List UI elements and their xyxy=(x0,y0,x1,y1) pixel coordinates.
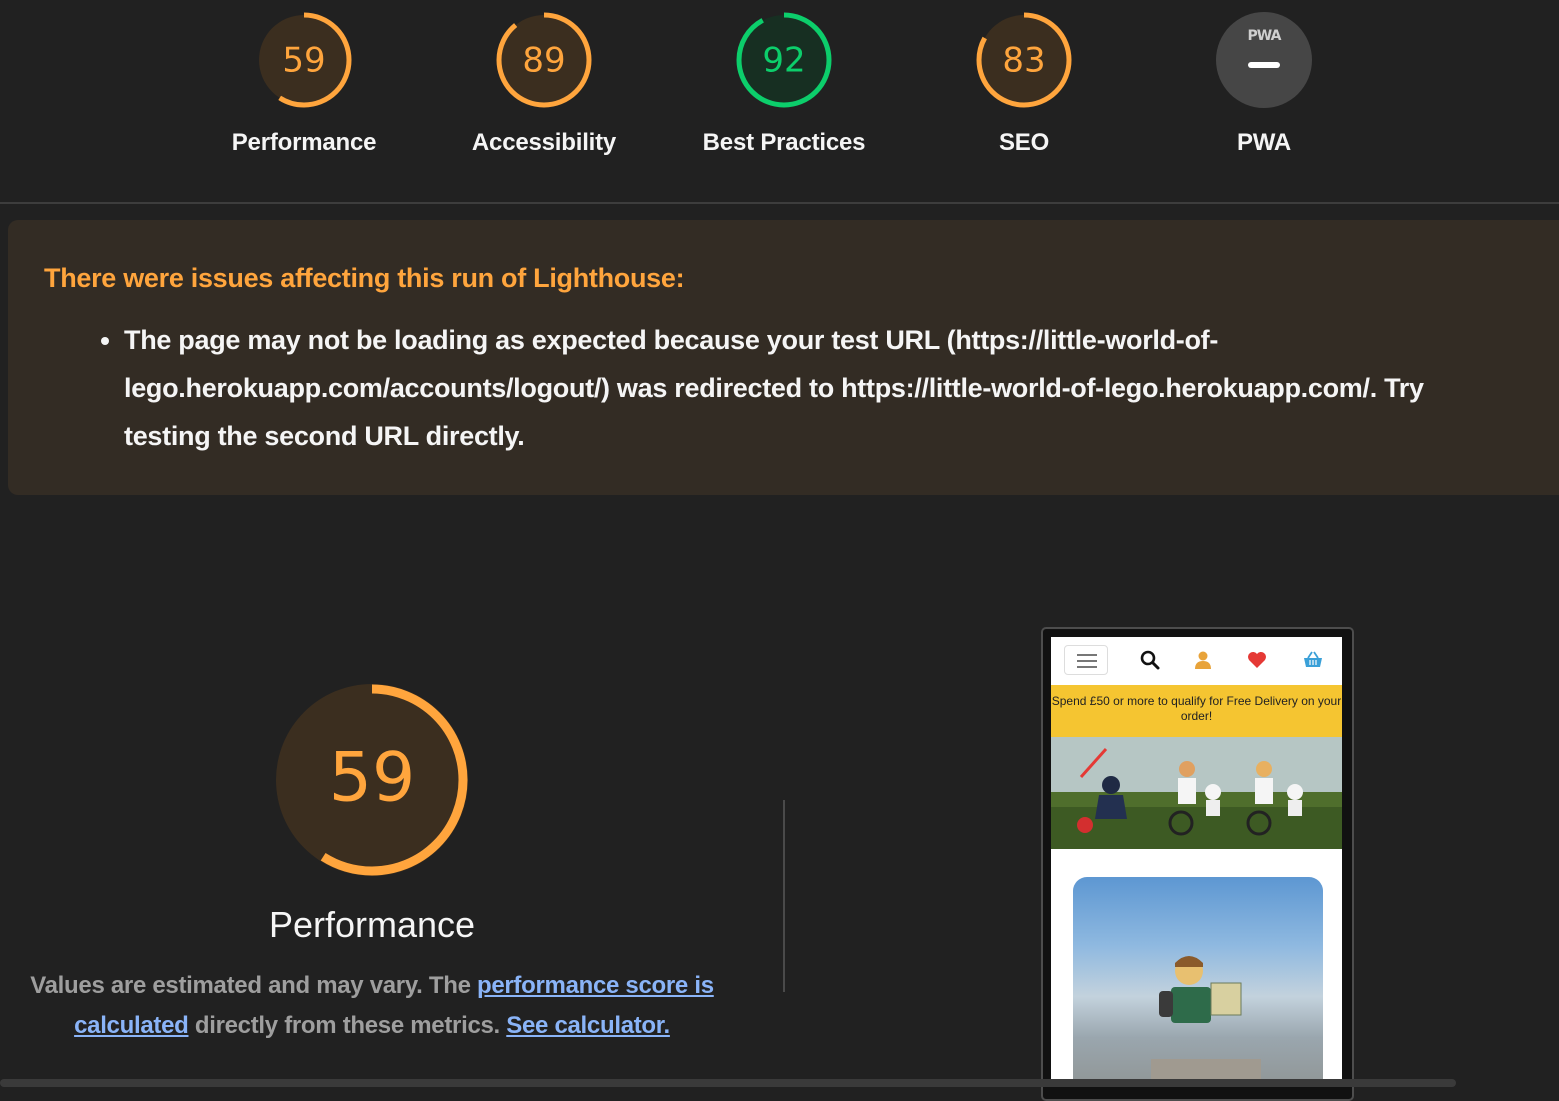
hero-image xyxy=(1051,737,1342,849)
gauge-accessibility-score: 89 xyxy=(522,41,565,81)
gauge-pwa-label: PWA xyxy=(1236,129,1292,156)
performance-score: 59 xyxy=(329,739,416,818)
heart-icon xyxy=(1248,652,1266,668)
search-icon xyxy=(1140,650,1160,670)
gauge-performance[interactable]: 59 Performance xyxy=(194,10,414,157)
gauge-accessibility-label: Accessibility xyxy=(471,129,617,156)
gauge-seo-score: 83 xyxy=(1002,41,1045,81)
performance-desc-prefix: Values are estimated and may vary. The xyxy=(30,972,477,999)
gauge-accessibility-ring: 89 xyxy=(496,12,592,108)
warning-title: There were issues affecting this run of … xyxy=(44,263,685,293)
category-gauges: 59 Performance 89 Accessibility 92 Best … xyxy=(0,0,1559,202)
lego-figure-image xyxy=(1151,956,1261,1087)
gauge-seo-ring: 83 xyxy=(976,12,1072,108)
horizontal-scrollbar[interactable] xyxy=(0,1079,1456,1087)
performance-score-gauge: 59 xyxy=(276,684,468,876)
screenshot-navbar xyxy=(1051,637,1342,685)
gauge-accessibility[interactable]: 89 Accessibility xyxy=(434,10,654,157)
pwa-badge-text: PWA xyxy=(1248,28,1282,44)
gauge-performance-ring: 59 xyxy=(256,12,352,108)
hamburger-menu-icon xyxy=(1064,645,1108,675)
run-warnings: There were issues affecting this run of … xyxy=(8,220,1559,495)
performance-divider xyxy=(783,800,785,992)
product-card xyxy=(1051,849,1342,1087)
free-delivery-banner: Spend £50 or more to qualify for Free De… xyxy=(1051,685,1342,737)
warning-list: The page may not be loading as expected … xyxy=(96,316,1504,460)
gauge-seo-label: SEO xyxy=(998,129,1050,156)
gauge-best-practices-score: 92 xyxy=(762,41,805,81)
gauge-performance-score: 59 xyxy=(282,41,325,81)
header-divider xyxy=(0,202,1559,204)
pwa-dash-icon xyxy=(1248,62,1280,68)
gauge-seo[interactable]: 83 SEO xyxy=(914,10,1134,157)
final-screenshot[interactable]: Spend £50 or more to qualify for Free De… xyxy=(1041,627,1354,1101)
pwa-badge-icon: PWA xyxy=(1216,12,1312,108)
account-icon xyxy=(1195,651,1211,669)
gauge-pwa[interactable]: PWA PWA xyxy=(1154,10,1374,157)
gauge-best-practices-ring: 92 xyxy=(736,12,832,108)
performance-desc-middle: directly from these metrics. xyxy=(188,1012,507,1039)
gauge-best-practices[interactable]: 92 Best Practices xyxy=(674,10,894,157)
warning-item: The page may not be loading as expected … xyxy=(124,316,1504,460)
gauge-best-practices-label: Best Practices xyxy=(702,129,866,156)
screenshot-page: Spend £50 or more to qualify for Free De… xyxy=(1051,637,1342,1087)
basket-icon xyxy=(1304,651,1322,667)
see-calculator-link[interactable]: See calculator. xyxy=(506,1012,670,1039)
performance-description: Values are estimated and may vary. The p… xyxy=(30,966,714,1046)
performance-title: Performance xyxy=(268,904,476,945)
gauge-performance-label: Performance xyxy=(231,129,377,156)
